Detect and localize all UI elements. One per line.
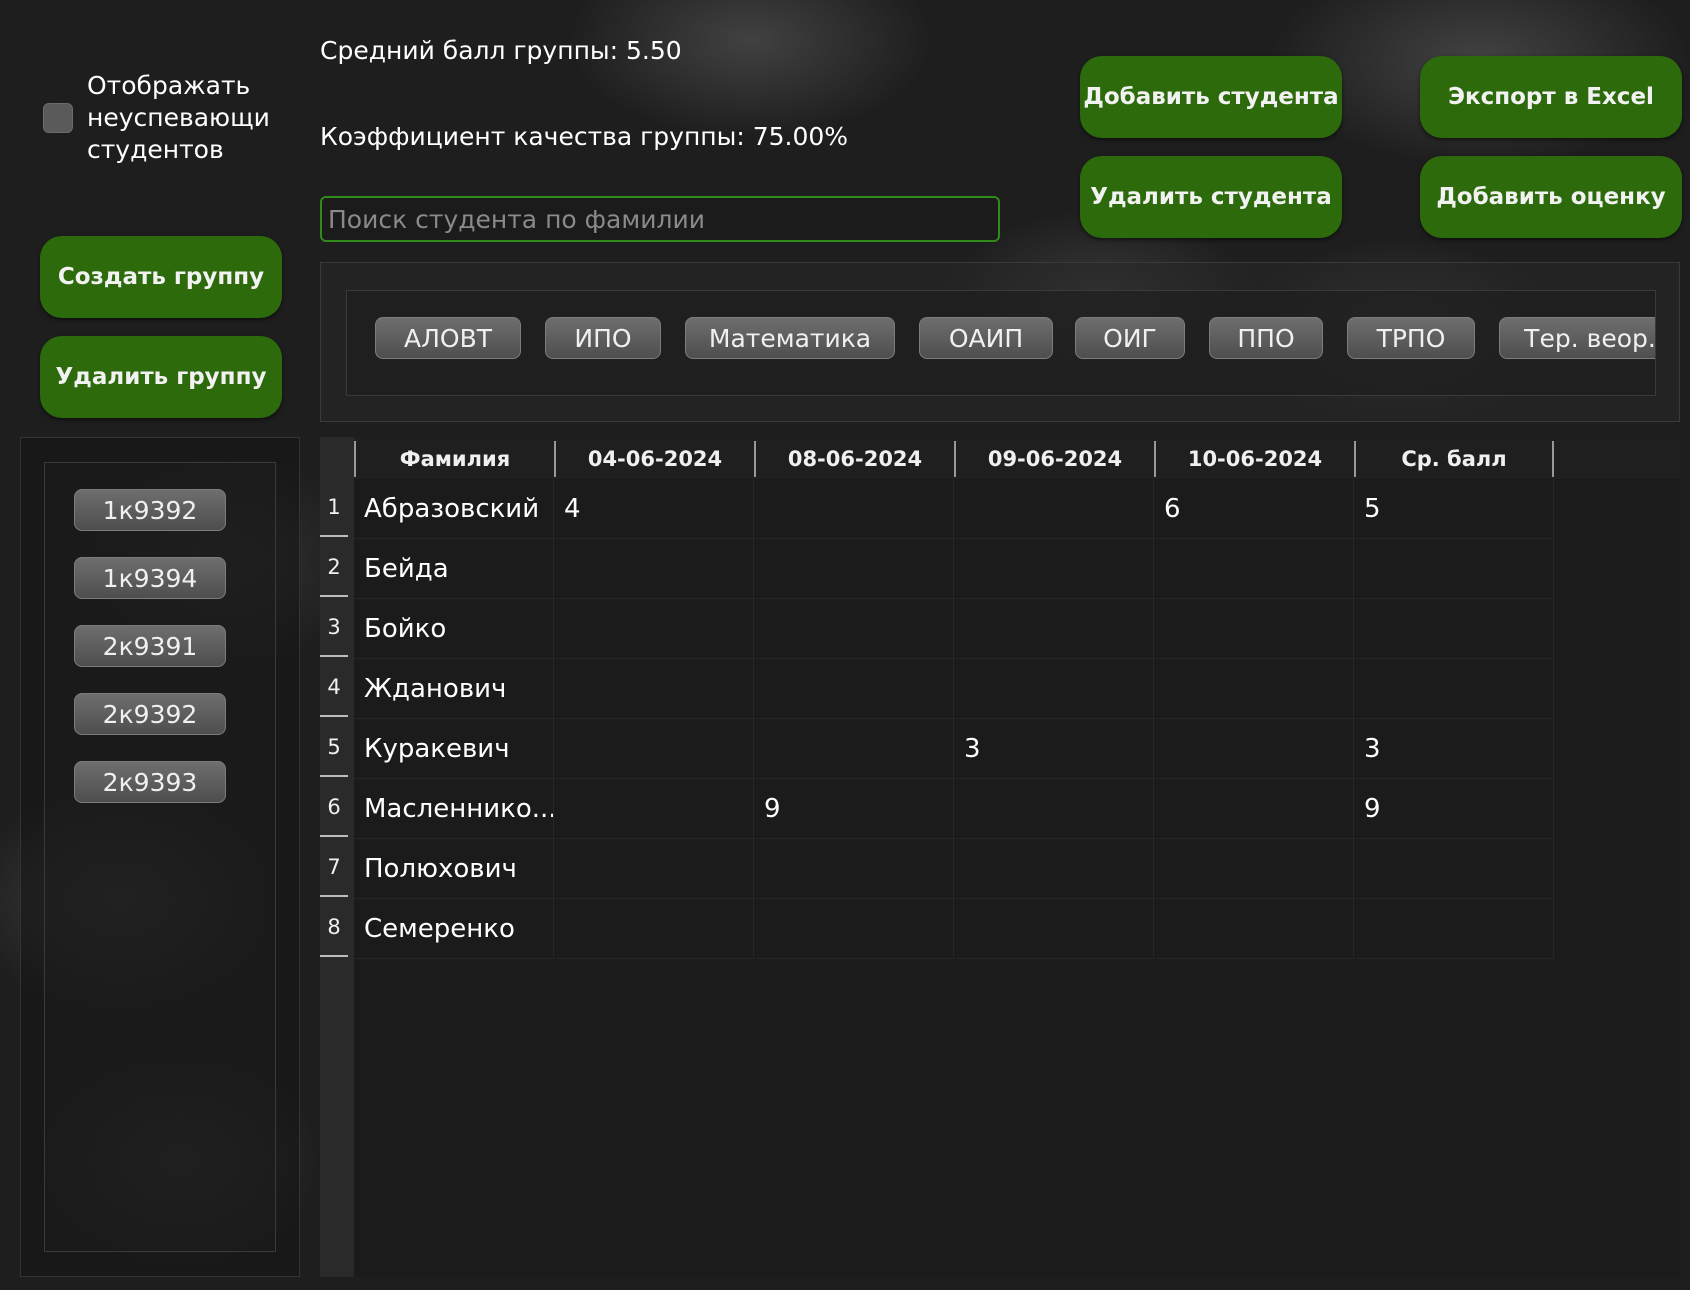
grade-cell[interactable]: [554, 599, 754, 659]
grade-cell[interactable]: 6: [1154, 479, 1354, 539]
student-surname-cell[interactable]: Полюхович: [354, 839, 554, 899]
student-surname-cell[interactable]: Масленнико...: [354, 779, 554, 839]
average-score-cell[interactable]: [1354, 539, 1554, 599]
column-header-date-1[interactable]: 04-06-2024: [554, 441, 754, 477]
row-number[interactable]: 4: [320, 659, 348, 717]
subject-tab-trpo[interactable]: ТРПО: [1347, 317, 1475, 359]
grade-cell[interactable]: [554, 659, 754, 719]
grade-cell[interactable]: [1154, 899, 1354, 959]
grade-cell[interactable]: [1154, 779, 1354, 839]
grade-cell[interactable]: [1154, 839, 1354, 899]
student-surname-cell[interactable]: Бейда: [354, 539, 554, 599]
column-header-surname[interactable]: Фамилия: [354, 441, 554, 477]
student-search-input[interactable]: [320, 196, 1000, 242]
grade-cell[interactable]: [954, 899, 1154, 959]
grade-cell[interactable]: [1154, 659, 1354, 719]
group-item-2k9392[interactable]: 2к9392: [74, 693, 226, 735]
average-score-cell[interactable]: [1354, 839, 1554, 899]
subject-tab-alovt[interactable]: АЛОВТ: [375, 317, 521, 359]
row-number[interactable]: 2: [320, 539, 348, 597]
subject-tab-ter-veor[interactable]: Тер. веор.: [1499, 317, 1655, 359]
grade-cell[interactable]: [754, 899, 954, 959]
student-surname-cell[interactable]: Бойко: [354, 599, 554, 659]
subjects-tab-bar: АЛОВТ ИПО Математика ОАИП ОИГ ППО ТРПО Т…: [346, 290, 1656, 396]
add-student-button[interactable]: Добавить студента: [1080, 56, 1342, 138]
grade-cell[interactable]: [554, 719, 754, 779]
grade-cell[interactable]: [554, 779, 754, 839]
grade-cell[interactable]: [954, 779, 1154, 839]
student-surname-cell[interactable]: Семеренко: [354, 899, 554, 959]
row-number[interactable]: 7: [320, 839, 348, 897]
grade-cell[interactable]: [954, 479, 1154, 539]
average-score-cell[interactable]: [1354, 899, 1554, 959]
grade-cell[interactable]: 9: [754, 779, 954, 839]
subject-tab-ppo[interactable]: ППО: [1209, 317, 1323, 359]
create-group-button[interactable]: Создать группу: [40, 236, 282, 318]
student-surname-cell[interactable]: Куракевич: [354, 719, 554, 779]
grade-cell[interactable]: [754, 599, 954, 659]
average-score-cell[interactable]: [1354, 599, 1554, 659]
column-header-date-4[interactable]: 10-06-2024: [1154, 441, 1354, 477]
group-item-1k9394[interactable]: 1к9394: [74, 557, 226, 599]
row-number[interactable]: 6: [320, 779, 348, 837]
grade-cell[interactable]: [554, 539, 754, 599]
grade-cell[interactable]: [554, 899, 754, 959]
group-item-2k9393[interactable]: 2к9393: [74, 761, 226, 803]
grade-cell[interactable]: [754, 479, 954, 539]
grade-cell[interactable]: [954, 659, 1154, 719]
grade-cell[interactable]: 3: [954, 719, 1154, 779]
export-excel-button[interactable]: Экспорт в Excel: [1420, 56, 1682, 138]
row-number[interactable]: 1: [320, 479, 348, 537]
table-header-row: Фамилия 04-06-2024 08-06-2024 09-06-2024…: [354, 437, 1680, 479]
group-item-1k9392[interactable]: 1к9392: [74, 489, 226, 531]
grade-cell[interactable]: [754, 539, 954, 599]
grade-cell[interactable]: [954, 539, 1154, 599]
student-surname-cell[interactable]: Абразовский: [354, 479, 554, 539]
subject-tab-ipo[interactable]: ИПО: [545, 317, 661, 359]
average-score-cell[interactable]: 3: [1354, 719, 1554, 779]
grade-cell[interactable]: [954, 599, 1154, 659]
column-header-average[interactable]: Ср. балл: [1354, 441, 1554, 477]
grades-table[interactable]: Фамилия 04-06-2024 08-06-2024 09-06-2024…: [320, 437, 1680, 1277]
grade-cell[interactable]: [754, 719, 954, 779]
average-score-cell[interactable]: 9: [1354, 779, 1554, 839]
delete-student-button[interactable]: Удалить студента: [1080, 156, 1342, 238]
subject-tab-oaip[interactable]: ОАИП: [919, 317, 1053, 359]
add-grade-button[interactable]: Добавить оценку: [1420, 156, 1682, 238]
row-number[interactable]: 3: [320, 599, 348, 657]
grade-cell[interactable]: [954, 839, 1154, 899]
average-score-cell[interactable]: 5: [1354, 479, 1554, 539]
row-number[interactable]: 8: [320, 899, 348, 957]
group-quality-coefficient: Коэффициент качества группы: 75.00%: [320, 122, 849, 151]
grade-cell[interactable]: [1154, 719, 1354, 779]
subject-tab-oig[interactable]: ОИГ: [1075, 317, 1185, 359]
grade-cell[interactable]: 4: [554, 479, 754, 539]
column-header-date-3[interactable]: 09-06-2024: [954, 441, 1154, 477]
subject-tab-math[interactable]: Математика: [685, 317, 895, 359]
group-item-2k9391[interactable]: 2к9391: [74, 625, 226, 667]
average-score-cell[interactable]: [1354, 659, 1554, 719]
grade-cell[interactable]: [554, 839, 754, 899]
show-failing-label: Отображать неуспевающи студентов: [87, 71, 270, 164]
student-surname-cell[interactable]: Жданович: [354, 659, 554, 719]
show-failing-toggle[interactable]: Отображать неуспевающи студентов: [43, 70, 277, 166]
grade-cell[interactable]: [1154, 599, 1354, 659]
delete-group-button[interactable]: Удалить группу: [40, 336, 282, 418]
grade-cell[interactable]: [754, 839, 954, 899]
grade-cell[interactable]: [754, 659, 954, 719]
grade-cell[interactable]: [1154, 539, 1354, 599]
row-number[interactable]: 5: [320, 719, 348, 777]
show-failing-checkbox[interactable]: [43, 103, 73, 133]
column-header-date-2[interactable]: 08-06-2024: [754, 441, 954, 477]
group-average-score: Средний балл группы: 5.50: [320, 36, 682, 65]
